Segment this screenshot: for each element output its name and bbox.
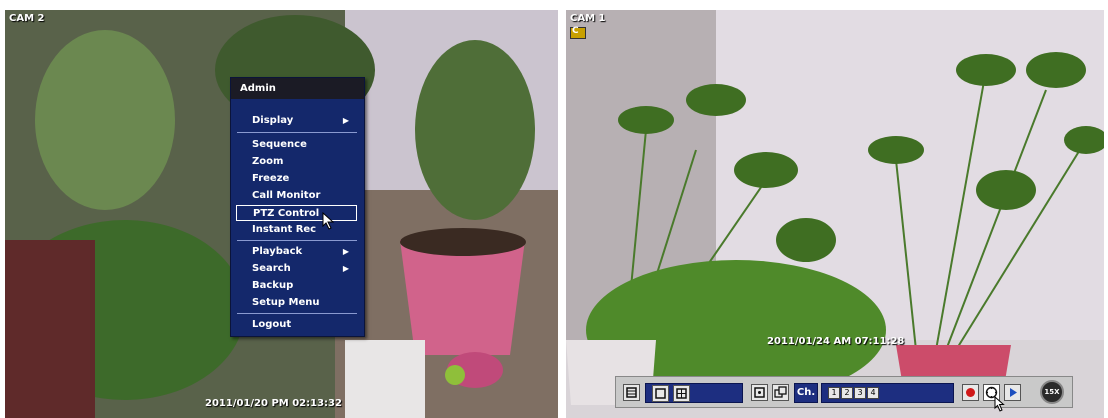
menu-divider (237, 313, 357, 314)
view-mode-group (645, 383, 743, 403)
channel-button-3[interactable]: 3 (854, 387, 866, 399)
camera-timestamp: 2011/01/24 AM 07:11:28 (767, 336, 905, 347)
submenu-arrow-icon: ▶ (342, 247, 349, 256)
quad-view-icon[interactable] (673, 385, 690, 402)
camera-status-indicator: C (570, 26, 586, 39)
menu-item-display[interactable]: Display ▶ (236, 113, 357, 129)
submenu-arrow-icon: ▶ (342, 264, 349, 273)
camera-label: CAM 1 (570, 13, 606, 24)
menu-item-freeze[interactable]: Freeze (236, 171, 357, 187)
channel-label: Ch. (794, 383, 818, 403)
context-menu: Admin Display ▶ Sequence Zoom Freeze Call… (230, 77, 365, 337)
mouse-cursor-icon (994, 396, 1005, 412)
camera-timestamp: 2011/01/20 PM 02:13:32 (205, 398, 342, 409)
freeze-icon[interactable] (751, 384, 768, 401)
play-icon[interactable] (1004, 384, 1021, 401)
channel-button-1[interactable]: 1 (828, 387, 840, 399)
menu-divider (237, 240, 357, 241)
menu-item-logout[interactable]: Logout (236, 317, 357, 333)
camera-image (566, 10, 1104, 418)
single-view-icon[interactable] (652, 385, 669, 402)
channel-selector: 1 2 3 4 (821, 383, 954, 403)
menu-item-sequence[interactable]: Sequence (236, 137, 357, 153)
submenu-arrow-icon: ▶ (342, 116, 349, 125)
menu-header: Admin (231, 78, 364, 99)
menu-item-backup[interactable]: Backup (236, 278, 357, 294)
menu-item-setup-menu[interactable]: Setup Menu (236, 295, 357, 311)
menu-item-instant-rec[interactable]: Instant Rec (236, 222, 357, 238)
menu-item-search[interactable]: Search ▶ (236, 261, 357, 277)
zoom-level-badge[interactable]: 15X (1040, 380, 1064, 404)
camera-view-right[interactable]: CAM 1 C 2011/01/24 AM 07:11:28 (566, 10, 1104, 418)
menu-item-zoom[interactable]: Zoom (236, 154, 357, 170)
record-icon[interactable] (962, 384, 979, 401)
menu-divider (237, 132, 357, 133)
sequence-icon[interactable] (772, 384, 789, 401)
menu-item-playback[interactable]: Playback ▶ (236, 244, 357, 260)
menu-item-ptz-control[interactable]: PTZ Control (236, 205, 357, 221)
channel-button-2[interactable]: 2 (841, 387, 853, 399)
menu-item-call-monitor[interactable]: Call Monitor (236, 188, 357, 204)
mouse-cursor-icon (322, 212, 335, 230)
channel-button-4[interactable]: 4 (867, 387, 879, 399)
grid-icon[interactable] (623, 384, 640, 401)
camera-label: CAM 2 (9, 13, 45, 24)
